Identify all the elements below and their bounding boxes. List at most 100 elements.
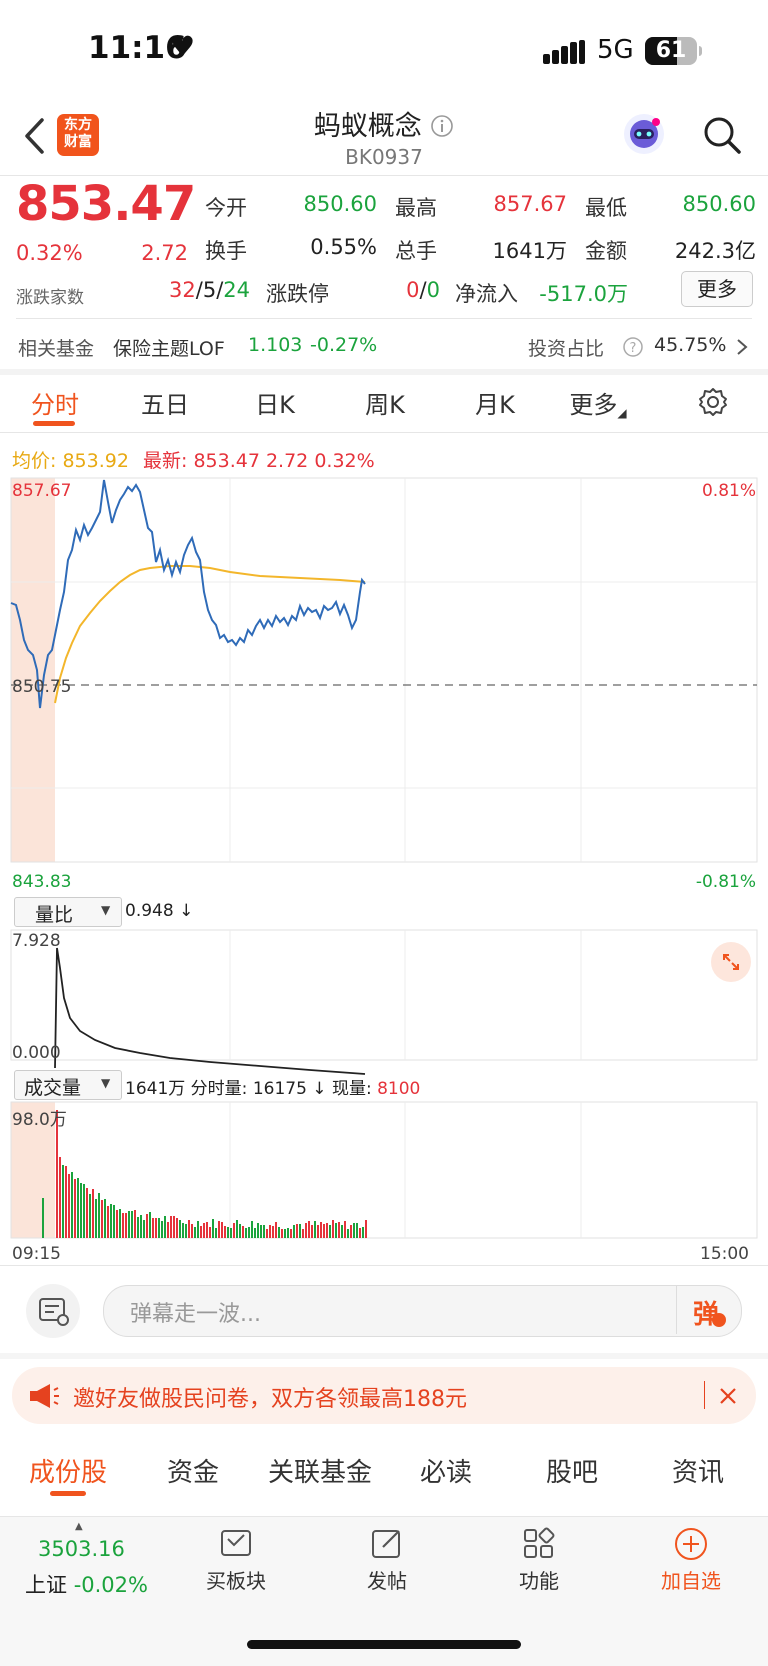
tab-funds-flow[interactable]: 资金	[133, 1452, 253, 1489]
volume-bar	[302, 1229, 304, 1238]
danmu-check-icon	[712, 1313, 726, 1327]
edit-icon	[372, 1530, 400, 1558]
volume-bar	[113, 1205, 115, 1238]
change-value: 2.72	[141, 241, 188, 265]
volume-bar	[266, 1229, 268, 1238]
volume-bar	[152, 1218, 154, 1238]
robot-avatar-icon[interactable]	[622, 112, 666, 156]
tab-five-day[interactable]: 五日	[110, 385, 220, 420]
price-axis-top: 857.67	[12, 481, 72, 501]
volume-bar	[140, 1215, 142, 1238]
price-line	[10, 479, 366, 709]
volume-bar	[209, 1227, 211, 1238]
chevron-right-icon[interactable]	[735, 337, 749, 357]
buy-sector-button[interactable]: 买板块	[176, 1525, 296, 1594]
tab-more[interactable]: 更多◢	[543, 385, 653, 420]
tab-forum[interactable]: 股吧	[512, 1452, 632, 1489]
volume-bar	[305, 1223, 307, 1238]
tab-must-read[interactable]: 必读	[386, 1452, 506, 1489]
add-watchlist-button[interactable]: 加自选	[631, 1525, 751, 1594]
volume-bar	[272, 1226, 274, 1238]
tab-daily-k[interactable]: 日K	[220, 385, 330, 420]
volume-bar	[173, 1216, 175, 1238]
volume-bar	[311, 1225, 313, 1238]
volume-bar	[296, 1224, 298, 1238]
add-circle-icon	[675, 1528, 707, 1560]
fund-change: -0.27%	[310, 334, 378, 356]
functions-button[interactable]: 功能	[479, 1525, 599, 1594]
more-button[interactable]: 更多	[681, 271, 753, 307]
volume-bar	[287, 1228, 289, 1238]
volume-bar	[125, 1213, 127, 1238]
volume-bar	[188, 1220, 190, 1238]
volume-bar	[353, 1223, 355, 1238]
settings-icon[interactable]	[697, 386, 729, 418]
fund-name[interactable]: 保险主题LOF	[113, 334, 225, 361]
expand-button[interactable]	[711, 942, 751, 982]
volume-bar	[323, 1224, 325, 1238]
volume-bar	[329, 1225, 331, 1238]
volume-bar	[221, 1222, 223, 1238]
price-axis-mid: 850.75	[12, 677, 72, 697]
volume-bar	[320, 1222, 322, 1238]
volume-bar	[227, 1227, 229, 1238]
volume-ratio-line	[54, 947, 366, 1075]
promo-text: 邀好友做股民问卷，双方各领最高188元	[73, 1387, 467, 1412]
ratio-value: 45.75%	[654, 334, 727, 356]
vr-axis-bottom: 0.000	[12, 1043, 61, 1063]
volume-bar	[119, 1209, 121, 1238]
danmu-settings-button[interactable]	[26, 1284, 80, 1338]
volume-bar	[116, 1210, 118, 1238]
indicator-select-2[interactable]: 成交量 ▼	[14, 1070, 122, 1100]
volume-label: 总手	[395, 239, 437, 263]
volume-bar	[89, 1194, 91, 1238]
info-icon[interactable]	[430, 114, 454, 138]
search-icon[interactable]	[702, 115, 742, 155]
volume-bar	[164, 1216, 166, 1238]
price-axis-bottom: 843.83	[12, 872, 72, 892]
volume-bar	[170, 1216, 172, 1238]
fund-label: 相关基金	[18, 338, 95, 360]
volume-bar	[230, 1228, 232, 1238]
volume-bar	[191, 1224, 193, 1238]
volume-bar	[179, 1220, 181, 1238]
index-value[interactable]: 3503.16	[38, 1537, 125, 1561]
index-summary[interactable]: 上证 -0.02%	[25, 1569, 148, 1599]
close-icon[interactable]	[718, 1386, 738, 1406]
volume-bar	[284, 1229, 286, 1238]
average-price-line	[54, 565, 366, 704]
indicator-select-1[interactable]: 量比 ▼	[14, 897, 122, 927]
volume-bar	[269, 1225, 271, 1238]
danmu-placeholder: 弹幕走一波...	[130, 1302, 261, 1327]
section-tab-indicator	[50, 1491, 86, 1496]
tab-constituents[interactable]: 成份股	[8, 1452, 128, 1489]
volume-bar	[215, 1228, 217, 1238]
amount-value: 242.3亿	[674, 239, 756, 263]
tab-news[interactable]: 资讯	[638, 1452, 758, 1489]
heart-icon: ♥	[170, 30, 196, 63]
post-button[interactable]: 发帖	[327, 1525, 447, 1594]
volume-bar	[155, 1218, 157, 1238]
volume-bar	[203, 1223, 205, 1238]
volume-bar	[86, 1188, 88, 1238]
volume-bar	[42, 1198, 44, 1238]
tab-weekly-k[interactable]: 周K	[330, 385, 440, 420]
tab-related-funds[interactable]: 关联基金	[260, 1452, 380, 1489]
volume-bar	[260, 1225, 262, 1238]
tab-monthly-k[interactable]: 月K	[440, 385, 550, 420]
intraday-charts[interactable]	[0, 470, 768, 1240]
pct-axis-bottom: -0.81%	[695, 872, 756, 892]
turnover-value: 0.55%	[310, 235, 377, 259]
volume-bar	[248, 1227, 250, 1238]
help-icon[interactable]: ?	[622, 336, 644, 358]
volume-bar	[98, 1193, 100, 1238]
limit-values: 0/0	[406, 278, 440, 302]
volume-bar	[158, 1218, 160, 1238]
limit-label: 涨跌停	[266, 282, 329, 306]
volume-bar	[80, 1183, 82, 1238]
volume-bar	[338, 1222, 340, 1238]
breadth-values: 32/5/24	[169, 278, 250, 302]
tab-intraday[interactable]: 分时	[0, 385, 110, 420]
pct-axis-top: 0.81%	[701, 481, 756, 501]
volume-bar	[122, 1213, 124, 1238]
